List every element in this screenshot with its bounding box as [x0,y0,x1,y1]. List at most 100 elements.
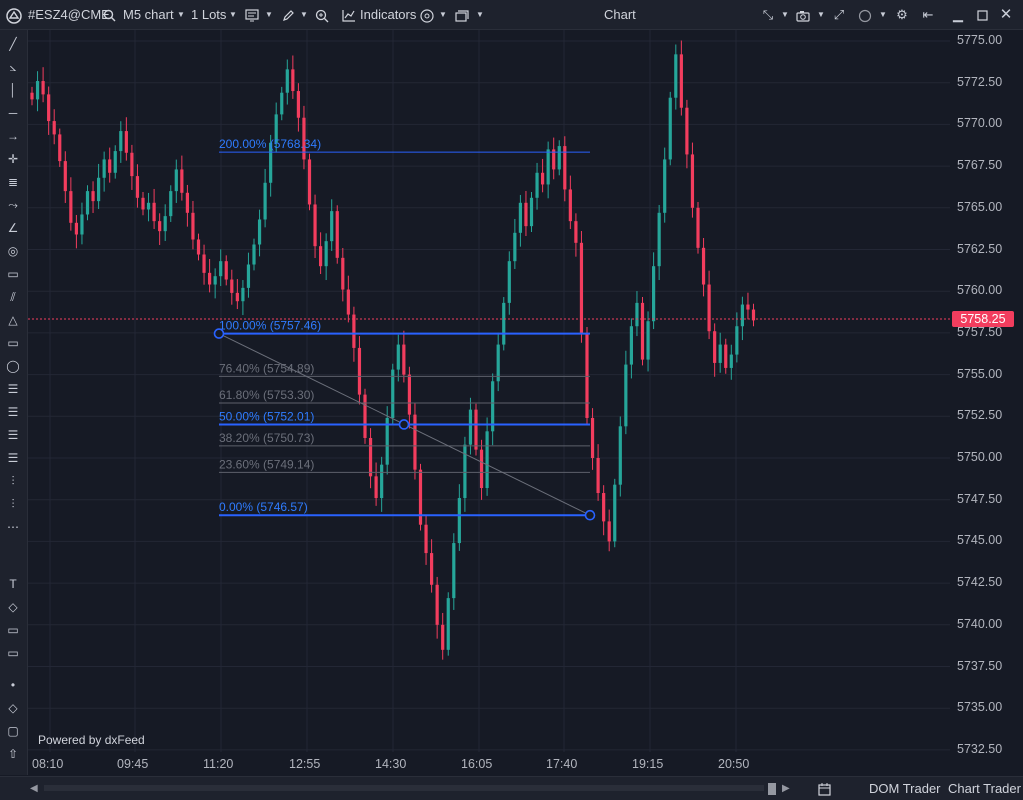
label-icon[interactable]: ▭ [0,643,26,663]
tag-icon[interactable]: ◇ [0,597,26,617]
candle-body [724,344,728,368]
scroll-track[interactable] [44,785,764,791]
fib-fan-icon[interactable]: ☰ [0,425,26,445]
fullscreen-icon[interactable]: ⤢ [831,0,847,29]
candle-body [435,584,439,625]
candle-body [341,257,345,290]
candle-body [446,598,450,650]
callout-icon[interactable]: ▭ [0,620,26,640]
up-arrow-icon[interactable]: ⇧ [0,744,26,764]
dot-icon[interactable]: • [0,675,26,695]
fib-anchor-handle[interactable] [584,509,596,521]
arrow-icon[interactable]: → [0,126,26,146]
rectangle-icon[interactable]: ▭ [0,333,26,353]
gear-icon[interactable]: ⚙ [894,0,910,29]
diamond-icon[interactable]: ◇ [0,698,26,718]
square-icon[interactable]: ▢ [0,721,26,741]
fib-anchor-handle[interactable] [398,419,410,430]
scroll-left-icon[interactable]: ◀ [30,777,38,800]
app-logo-icon[interactable] [5,0,23,29]
template-icon[interactable] [419,0,435,29]
collapse-icon[interactable]: ⤡ [760,0,776,29]
candle-body [374,476,378,499]
regression-icon[interactable]: ⫶ [0,471,26,491]
lots-selector[interactable]: 1 Lots [191,0,226,29]
candle-body [74,222,78,235]
candle-body [635,302,639,327]
measure-icon[interactable]: ⫶ [0,494,26,514]
symbol-selector[interactable]: #ESZ4@CME [28,0,110,29]
text-icon[interactable]: T [0,574,26,594]
angle-icon[interactable]: ⦣ [0,57,26,77]
chevron-down-icon[interactable]: ▼ [781,0,789,29]
candle-body [557,146,561,170]
price-axis-label: 5737.50 [957,658,1003,673]
chevron-down-icon[interactable]: ▼ [265,0,273,29]
time-axis[interactable]: 08:10 09:45 11:20 12:55 14:30 16:05 17:40 19:15… [28,752,950,776]
price-axis-label: 5772.50 [957,74,1003,89]
candle-body [135,176,140,198]
candle-body [280,92,284,115]
calendar-icon[interactable] [818,777,831,800]
chart-area[interactable]: 200.00% (5768.34) 100.00% (5757.46) 76.40%… [28,30,950,752]
close-icon[interactable]: ✕ [998,0,1014,29]
price-axis-label: 5755.00 [957,366,1003,381]
indicators-button[interactable]: Indicators [360,0,416,29]
spiral-icon[interactable]: ◎ [0,241,26,261]
candle-body [590,417,595,458]
ellipse-icon[interactable]: ◯ [0,356,26,376]
candle-body [418,469,423,525]
pitchfork-icon[interactable]: ≣ [0,172,26,192]
triangle-icon[interactable]: △ [0,310,26,330]
price-axis-label: 5747.50 [957,491,1003,506]
scrollbar-thumb[interactable] [768,783,776,795]
candle-body [663,159,667,213]
trend-angle-icon[interactable]: ∠ [0,218,26,238]
dotted-line-icon[interactable]: ⋯ [0,517,26,537]
candle-body [563,146,567,190]
chevron-down-icon[interactable]: ▼ [879,0,887,29]
fib-retracement-icon[interactable]: ☰ [0,379,26,399]
chevron-down-icon[interactable]: ▼ [177,0,185,29]
chart-trader-button[interactable]: Chart Trader [948,777,1021,800]
ruler-icon[interactable]: ▭ [0,264,26,284]
pin-icon[interactable]: ⇤ [920,0,936,29]
chevron-down-icon[interactable]: ▼ [476,0,484,29]
horizontal-line-icon[interactable]: ─ [0,103,26,123]
chevron-down-icon[interactable]: ▼ [229,0,237,29]
candle-body [219,261,223,277]
indicators-icon[interactable] [340,0,358,29]
candle-body [685,107,689,155]
maximize-icon[interactable] [974,0,990,29]
price-axis[interactable]: 5775.00 5772.50 5770.00 5767.50 5765.00 5762.… [950,30,1023,756]
candle-body [674,54,678,98]
zoom-in-icon[interactable] [314,0,330,29]
scroll-right-icon[interactable]: ▶ [782,777,790,800]
camera-icon[interactable] [795,0,811,29]
time-axis-label: 14:30 [375,757,407,771]
chart-type-icon[interactable] [243,0,261,29]
curve-icon[interactable]: ⤳ [0,195,26,215]
fib-extension-icon[interactable]: ☰ [0,402,26,422]
chevron-down-icon[interactable]: ▼ [817,0,825,29]
line-icon[interactable]: ╱ [0,34,26,54]
price-axis-label: 5765.00 [957,199,1003,214]
dom-trader-button[interactable]: DOM Trader [869,777,941,800]
candle-body [91,191,95,202]
parallel-channel-icon[interactable]: ⫽ [0,287,26,307]
chevron-down-icon[interactable]: ▼ [300,0,308,29]
search-icon[interactable] [101,0,117,29]
crosshair-icon[interactable]: ✛ [0,149,26,169]
pencil-icon[interactable] [280,0,296,29]
fib-level-label: 100.00% (5757.46) [219,319,321,333]
candle-body [346,289,350,315]
layout-icon[interactable] [454,0,470,29]
vertical-line-icon[interactable]: │ [0,80,26,100]
candle-body [463,444,467,499]
circle-icon[interactable] [857,0,873,29]
fib-anchor-handle[interactable] [213,328,225,339]
minimize-icon[interactable]: ▁ [950,0,966,29]
chevron-down-icon[interactable]: ▼ [439,0,447,29]
timeframe-selector[interactable]: M5 chart [123,0,174,29]
gann-icon[interactable]: ☰ [0,448,26,468]
